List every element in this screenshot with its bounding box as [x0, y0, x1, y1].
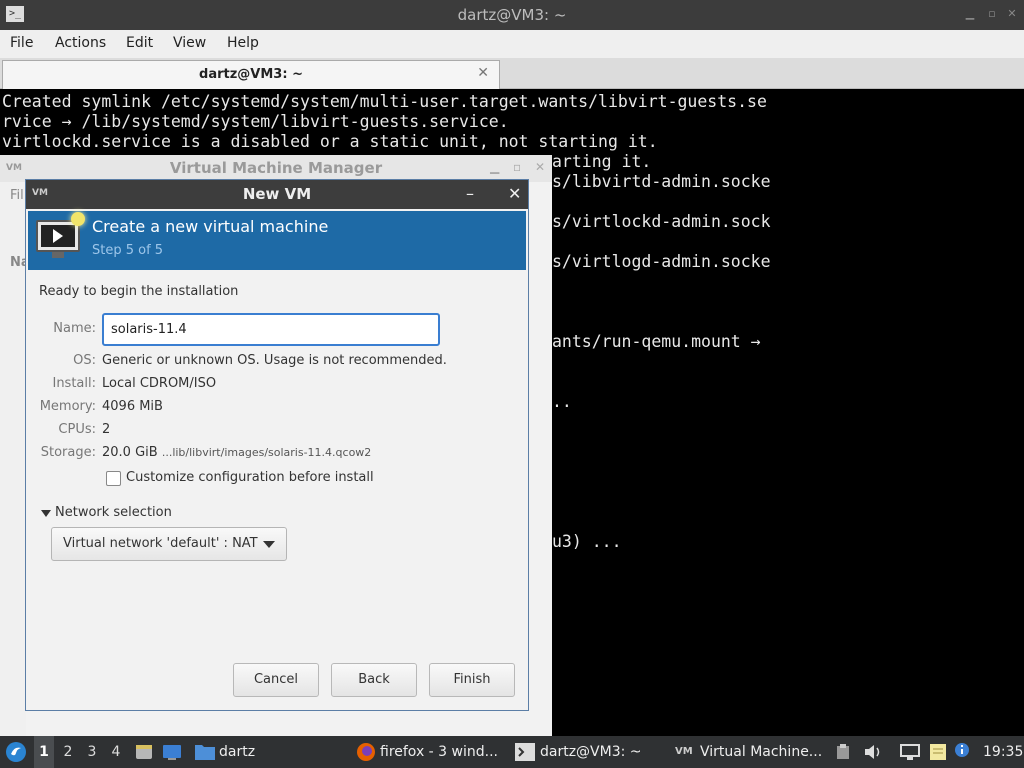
- workspace-4[interactable]: 4: [106, 736, 126, 768]
- notes-icon[interactable]: [928, 742, 948, 762]
- menu-help[interactable]: Help: [227, 30, 259, 56]
- storage-size: 20.0 GiB: [102, 445, 158, 460]
- info-notification-icon[interactable]: [954, 742, 970, 758]
- workspace-1[interactable]: 1: [34, 736, 54, 768]
- terminal-line: s/virtlogd-admin.socke: [552, 252, 771, 271]
- menu-edit[interactable]: Edit: [126, 30, 153, 56]
- task-terminal[interactable]: dartz@VM3: ~: [540, 736, 642, 768]
- terminal-line: arting it.: [552, 152, 652, 171]
- volume-icon[interactable]: [864, 744, 882, 760]
- vmm-menu-file-fragment[interactable]: Fil: [10, 188, 24, 203]
- cpus-label: CPUs:: [58, 422, 96, 437]
- task-firefox[interactable]: firefox - 3 wind...: [380, 736, 498, 768]
- terminal-line: Created symlink /etc/systemd/system/mult…: [2, 92, 767, 111]
- close-icon[interactable]: ✕: [508, 184, 521, 203]
- minimize-icon[interactable]: ▁: [964, 8, 976, 20]
- storage-label: Storage:: [40, 445, 96, 460]
- install-label: Install:: [52, 376, 96, 391]
- dialog-titlebar: VM New VM – ✕: [26, 180, 528, 209]
- new-vm-dialog: VM New VM – ✕ Create a new virtual machi…: [25, 179, 529, 711]
- network-selection-label[interactable]: Network selection: [55, 505, 172, 520]
- cpus-value: 2: [102, 422, 111, 437]
- terminal-line: ants/run-qemu.mount →: [552, 332, 761, 351]
- tab-close-icon[interactable]: ✕: [477, 65, 489, 81]
- terminal-line: s/virtlockd-admin.sock: [552, 212, 771, 231]
- clock[interactable]: 19:35: [983, 736, 1023, 768]
- name-label: Name:: [53, 321, 96, 336]
- clipboard-icon[interactable]: [836, 744, 850, 760]
- wizard-title: Create a new virtual machine: [92, 217, 329, 236]
- task-virtual-machine-manager[interactable]: Virtual Machine...: [700, 736, 822, 768]
- terminal-window-title: dartz@VM3: ~: [457, 6, 567, 24]
- wizard-step: Step 5 of 5: [92, 243, 164, 258]
- terminal-tabbar: dartz@VM3: ~ ✕: [0, 58, 1024, 89]
- maximize-icon[interactable]: ▫: [513, 160, 521, 174]
- workspace-3[interactable]: 3: [82, 736, 102, 768]
- vm-name-input[interactable]: [102, 313, 440, 346]
- customize-checkbox[interactable]: [106, 471, 121, 486]
- os-value: Generic or unknown OS. Usage is not reco…: [102, 353, 447, 368]
- terminal-titlebar: >_ dartz@VM3: ~ ▁ ▫ ✕: [0, 0, 1024, 30]
- firefox-icon[interactable]: [356, 742, 376, 762]
- dropdown-arrow-icon: [263, 541, 275, 548]
- terminal-tab-label: dartz@VM3: ~: [199, 67, 303, 82]
- network-icon[interactable]: [900, 743, 920, 761]
- close-icon[interactable]: ✕: [1006, 8, 1018, 20]
- menu-view[interactable]: View: [173, 30, 206, 56]
- os-label: OS:: [73, 353, 96, 368]
- vmm-titlebar: VM Virtual Machine Manager ▁ ▫ ✕: [0, 155, 552, 182]
- dialog-title: New VM: [242, 185, 312, 203]
- network-source-dropdown[interactable]: Virtual network 'default' : NAT: [51, 527, 287, 561]
- memory-label: Memory:: [39, 399, 96, 414]
- workspace-2[interactable]: 2: [58, 736, 78, 768]
- menu-actions[interactable]: Actions: [55, 30, 106, 56]
- customize-checkbox-label[interactable]: Customize configuration before install: [126, 470, 374, 485]
- finish-button[interactable]: Finish: [429, 663, 515, 697]
- minimize-icon[interactable]: ▁: [490, 160, 499, 174]
- terminal-menubar: File Actions Edit View Help: [0, 30, 1024, 58]
- terminal-line: rvice → /lib/systemd/system/libvirt-gues…: [2, 112, 509, 131]
- new-vm-icon: [36, 212, 85, 258]
- taskbar: 1 2 3 4 dartz firefox - 3 wind... dartz@…: [0, 736, 1024, 768]
- back-button[interactable]: Back: [331, 663, 417, 697]
- terminal-line: u3) ...: [552, 532, 622, 551]
- cancel-button[interactable]: Cancel: [233, 663, 319, 697]
- folder-icon[interactable]: [194, 742, 216, 762]
- vmm-task-icon[interactable]: VM: [675, 736, 693, 768]
- wizard-header: Create a new virtual machine Step 5 of 5: [28, 211, 526, 270]
- folder-dartz-label[interactable]: dartz: [219, 736, 255, 768]
- ready-message: Ready to begin the installation: [39, 284, 239, 299]
- terminal-line: s/libvirtd-admin.socke: [552, 172, 771, 191]
- maximize-icon[interactable]: ▫: [986, 8, 998, 20]
- close-icon[interactable]: ✕: [535, 160, 545, 174]
- install-value: Local CDROM/ISO: [102, 376, 217, 391]
- minimize-icon[interactable]: –: [466, 184, 474, 203]
- expander-arrow-icon[interactable]: [41, 510, 51, 517]
- terminal-tab[interactable]: dartz@VM3: ~ ✕: [2, 60, 500, 89]
- start-menu-icon[interactable]: [5, 741, 27, 763]
- terminal-task-icon[interactable]: [515, 743, 535, 761]
- terminal-line: ..: [552, 392, 572, 411]
- vmm-window-title: Virtual Machine Manager: [169, 159, 383, 177]
- terminal-line: virtlockd.service is a disabled or a sta…: [2, 132, 658, 151]
- network-source-value: Virtual network 'default' : NAT: [63, 536, 258, 551]
- show-desktop-icon[interactable]: [162, 742, 182, 762]
- menu-file[interactable]: File: [10, 30, 33, 56]
- storage-value: 20.0 GiB ...lib/libvirt/images/solaris-1…: [102, 445, 371, 460]
- memory-value: 4096 MiB: [102, 399, 163, 414]
- storage-path: ...lib/libvirt/images/solaris-11.4.qcow2: [161, 446, 372, 459]
- file-manager-launcher-icon[interactable]: [134, 742, 154, 762]
